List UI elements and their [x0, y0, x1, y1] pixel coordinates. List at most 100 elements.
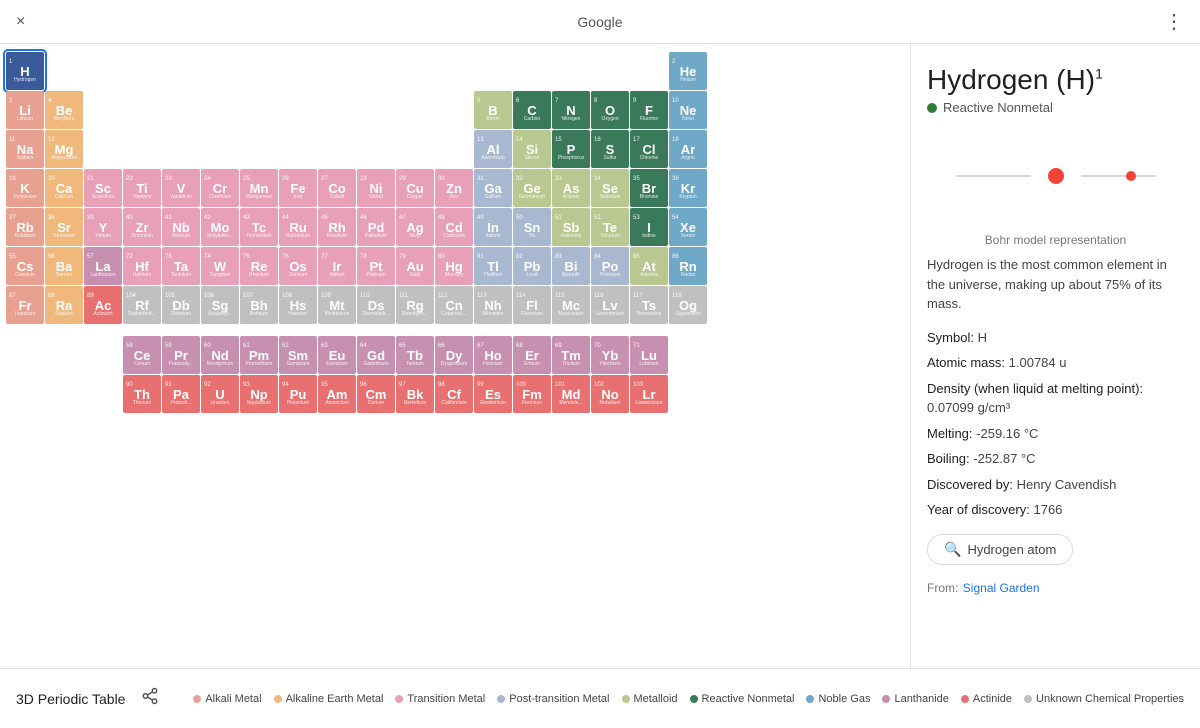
- element-Md[interactable]: 101 Md Mendele...: [552, 375, 590, 413]
- element-Nd[interactable]: 60 Nd Neodymium: [201, 336, 239, 374]
- element-Sm[interactable]: 62 Sm Samarium: [279, 336, 317, 374]
- element-S[interactable]: 16 S Sulfur: [591, 130, 629, 168]
- element-Fm[interactable]: 100 Fm Fermium: [513, 375, 551, 413]
- element-Rf[interactable]: 104 Rf Rutherford...: [123, 286, 161, 324]
- element-Cr[interactable]: 24 Cr Chromium: [201, 169, 239, 207]
- element-P[interactable]: 15 P Phosphorus: [552, 130, 590, 168]
- element-Fl[interactable]: 114 Fl Flerovium: [513, 286, 551, 324]
- element-K[interactable]: 19 K Potassium: [6, 169, 44, 207]
- element-Lr[interactable]: 103 Lr Lawrencium: [630, 375, 668, 413]
- element-Ta[interactable]: 73 Ta Tantalum: [162, 247, 200, 285]
- element-Og[interactable]: 118 Og Oganesson: [669, 286, 707, 324]
- element-Sr[interactable]: 38 Sr Strontium: [45, 208, 83, 246]
- element-Nh[interactable]: 113 Nh Nihonium: [474, 286, 512, 324]
- element-La[interactable]: 57 La Lanthanum: [84, 247, 122, 285]
- element-Zr[interactable]: 40 Zr Zirconium: [123, 208, 161, 246]
- element-Cu[interactable]: 29 Cu Copper: [396, 169, 434, 207]
- element-Hf[interactable]: 72 Hf Hafnium: [123, 247, 161, 285]
- element-U[interactable]: 92 U Uranium: [201, 375, 239, 413]
- element-Br[interactable]: 35 Br Bromine: [630, 169, 668, 207]
- menu-button[interactable]: ⋮: [1164, 9, 1184, 34]
- element-Ra[interactable]: 88 Ra Radium: [45, 286, 83, 324]
- element-Na[interactable]: 11 Na Sodium: [6, 130, 44, 168]
- element-Ba[interactable]: 56 Ba Barium: [45, 247, 83, 285]
- element-Am[interactable]: 95 Am Americium: [318, 375, 356, 413]
- element-Re[interactable]: 75 Re Rhenium: [240, 247, 278, 285]
- element-Rn[interactable]: 86 Rn Radon: [669, 247, 707, 285]
- source-link[interactable]: Signal Garden: [963, 581, 1040, 595]
- element-Se[interactable]: 34 Se Selenium: [591, 169, 629, 207]
- element-Nb[interactable]: 41 Nb Niobium: [162, 208, 200, 246]
- element-Np[interactable]: 93 Np Neptunium: [240, 375, 278, 413]
- element-Db[interactable]: 105 Db Dubnium: [162, 286, 200, 324]
- element-Cm[interactable]: 96 Cm Curium: [357, 375, 395, 413]
- element-Lu[interactable]: 71 Lu Lutetium: [630, 336, 668, 374]
- element-Ir[interactable]: 77 Ir Iridium: [318, 247, 356, 285]
- element-Tm[interactable]: 69 Tm Thulium: [552, 336, 590, 374]
- element-Tl[interactable]: 81 Tl Thallium: [474, 247, 512, 285]
- element-Pu[interactable]: 94 Pu Plutonium: [279, 375, 317, 413]
- element-F[interactable]: 9 F Fluorine: [630, 91, 668, 129]
- element-Sc[interactable]: 21 Sc Scandium: [84, 169, 122, 207]
- element-O[interactable]: 8 O Oxygen: [591, 91, 629, 129]
- element-Ge[interactable]: 32 Ge Germanium: [513, 169, 551, 207]
- element-Pr[interactable]: 59 Pr Praseody...: [162, 336, 200, 374]
- element-N[interactable]: 7 N Nitrogen: [552, 91, 590, 129]
- element-Cl[interactable]: 17 Cl Chlorine: [630, 130, 668, 168]
- element-Ru[interactable]: 44 Ru Ruthenium: [279, 208, 317, 246]
- element-Li[interactable]: 3 Li Lithium: [6, 91, 44, 129]
- element-Xe[interactable]: 54 Xe Xenon: [669, 208, 707, 246]
- element-Au[interactable]: 79 Au Gold: [396, 247, 434, 285]
- element-Cf[interactable]: 98 Cf Californium: [435, 375, 473, 413]
- element-Sn[interactable]: 50 Sn Tin: [513, 208, 551, 246]
- element-C[interactable]: 6 C Carbon: [513, 91, 551, 129]
- element-Ts[interactable]: 117 Ts Tennessine: [630, 286, 668, 324]
- element-Er[interactable]: 68 Er Erbium: [513, 336, 551, 374]
- element-Lv[interactable]: 116 Lv Livermorium: [591, 286, 629, 324]
- element-W[interactable]: 74 W Tungsten: [201, 247, 239, 285]
- element-Sb[interactable]: 51 Sb Antimony: [552, 208, 590, 246]
- element-Os[interactable]: 76 Os Osmium: [279, 247, 317, 285]
- element-Fr[interactable]: 87 Fr Francium: [6, 286, 44, 324]
- element-Pt[interactable]: 78 Pt Platinum: [357, 247, 395, 285]
- element-No[interactable]: 102 No Nobelium: [591, 375, 629, 413]
- element-Hg[interactable]: 80 Hg Mercury: [435, 247, 473, 285]
- element-Ag[interactable]: 47 Ag Silver: [396, 208, 434, 246]
- element-Mg[interactable]: 12 Mg Magnesium: [45, 130, 83, 168]
- element-Mc[interactable]: 115 Mc Moscovium: [552, 286, 590, 324]
- element-Ar[interactable]: 18 Ar Argon: [669, 130, 707, 168]
- element-Bh[interactable]: 107 Bh Bohrium: [240, 286, 278, 324]
- element-Tc[interactable]: 43 Tc Technetium: [240, 208, 278, 246]
- element-Sg[interactable]: 106 Sg Seaborgi...: [201, 286, 239, 324]
- element-Bk[interactable]: 97 Bk Berkelium: [396, 375, 434, 413]
- element-Ni[interactable]: 28 Ni Nickel: [357, 169, 395, 207]
- element-Si[interactable]: 14 Si Silicon: [513, 130, 551, 168]
- element-Bi[interactable]: 83 Bi Bismuth: [552, 247, 590, 285]
- element-Pd[interactable]: 46 Pd Palladium: [357, 208, 395, 246]
- element-Tb[interactable]: 65 Tb Terbium: [396, 336, 434, 374]
- element-Te[interactable]: 52 Te Tellurium: [591, 208, 629, 246]
- element-I[interactable]: 53 I Iodine: [630, 208, 668, 246]
- element-Yb[interactable]: 70 Yb Ytterbium: [591, 336, 629, 374]
- element-Zn[interactable]: 30 Zn Zinc: [435, 169, 473, 207]
- element-Rb[interactable]: 37 Rb Rubidium: [6, 208, 44, 246]
- element-Ne[interactable]: 10 Ne Neon: [669, 91, 707, 129]
- element-Ho[interactable]: 67 Ho Holmium: [474, 336, 512, 374]
- element-Ti[interactable]: 22 Ti Titanium: [123, 169, 161, 207]
- element-Po[interactable]: 84 Po Polonium: [591, 247, 629, 285]
- element-Gd[interactable]: 64 Gd Gadolinium: [357, 336, 395, 374]
- element-He[interactable]: 2 He Helium: [669, 52, 707, 90]
- element-Cs[interactable]: 55 Cs Caesium: [6, 247, 44, 285]
- element-Kr[interactable]: 36 Kr Krypton: [669, 169, 707, 207]
- element-Eu[interactable]: 63 Eu Europium: [318, 336, 356, 374]
- element-Ac[interactable]: 89 Ac Actinium: [84, 286, 122, 324]
- element-Hs[interactable]: 108 Hs Hassium: [279, 286, 317, 324]
- element-Rg[interactable]: 111 Rg Roentgen...: [396, 286, 434, 324]
- element-H[interactable]: 1 H Hydrogen: [6, 52, 44, 90]
- element-V[interactable]: 23 V Vanadium: [162, 169, 200, 207]
- element-Pm[interactable]: 61 Pm Promethium: [240, 336, 278, 374]
- element-In[interactable]: 49 In Indium: [474, 208, 512, 246]
- element-Th[interactable]: 90 Th Thorium: [123, 375, 161, 413]
- element-Be[interactable]: 4 Be Beryllium: [45, 91, 83, 129]
- element-Ce[interactable]: 58 Ce Cerium: [123, 336, 161, 374]
